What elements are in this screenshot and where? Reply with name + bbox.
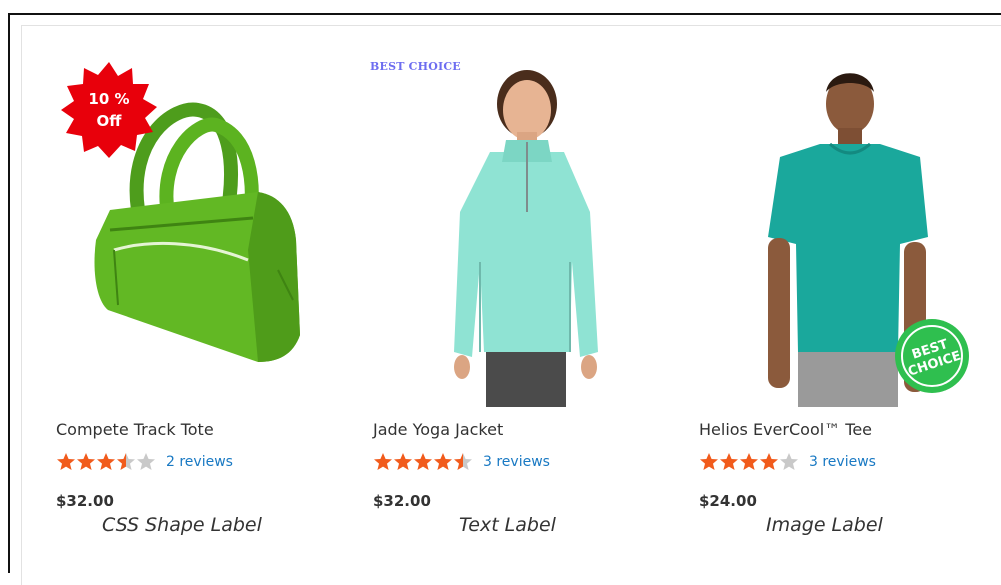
star-full-icon	[414, 453, 432, 470]
star-empty-icon	[780, 453, 798, 470]
product-price: $32.00	[373, 492, 431, 510]
product-card-compete-track-tote: Compete Track Tote 2 reviews $32.00 CSS …	[56, 0, 356, 562]
star-full-icon	[374, 453, 392, 470]
reviews-link[interactable]: 2 reviews	[166, 454, 233, 470]
label-type-caption: Text Label	[459, 514, 556, 536]
product-price: $24.00	[699, 492, 757, 510]
star-full-icon	[434, 453, 452, 470]
product-name-link[interactable]: Helios EverCool™ Tee	[699, 420, 872, 439]
star-full-icon	[760, 453, 778, 470]
product-rating: 2 reviews	[56, 451, 233, 473]
star-full-icon	[740, 453, 758, 470]
product-card-helios-evercool-tee: Helios EverCool™ Tee 3 reviews $24.00 Im…	[699, 0, 999, 562]
product-name-link[interactable]: Jade Yoga Jacket	[373, 420, 503, 439]
star-full-icon	[700, 453, 718, 470]
product-price: $32.00	[56, 492, 114, 510]
star-half-icon	[454, 453, 472, 470]
star-empty-icon	[137, 453, 155, 470]
product-rating: 3 reviews	[699, 451, 876, 473]
product-card-jade-yoga-jacket: Jade Yoga Jacket 3 reviews $32.00 Text L…	[373, 0, 673, 562]
label-type-caption: CSS Shape Label	[102, 514, 262, 536]
product-rating: 3 reviews	[373, 451, 550, 473]
star-full-icon	[394, 453, 412, 470]
product-name-link[interactable]: Compete Track Tote	[56, 420, 214, 439]
rating-stars	[699, 452, 799, 472]
reviews-link[interactable]: 3 reviews	[809, 454, 876, 470]
reviews-link[interactable]: 3 reviews	[483, 454, 550, 470]
star-full-icon	[97, 453, 115, 470]
star-half-icon	[117, 453, 135, 470]
star-full-icon	[57, 453, 75, 470]
rating-stars	[56, 452, 156, 472]
label-type-caption: Image Label	[766, 514, 883, 536]
star-full-icon	[77, 453, 95, 470]
star-full-icon	[720, 453, 738, 470]
rating-stars	[373, 452, 473, 472]
